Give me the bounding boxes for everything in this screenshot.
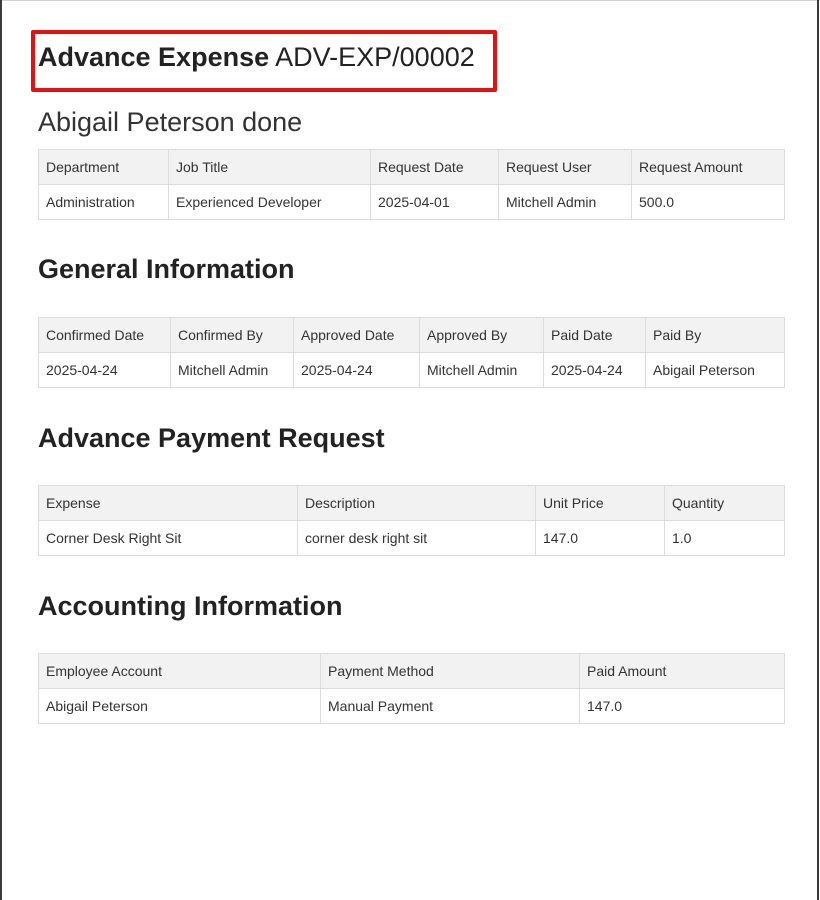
- cell-department: Administration: [38, 184, 169, 220]
- column-header-unit-price: Unit Price: [535, 485, 665, 521]
- column-header-expense: Expense: [38, 485, 298, 521]
- page-left-edge: [0, 0, 2, 900]
- cell-payment-method: Manual Payment: [320, 688, 580, 724]
- cell-confirmed-date: 2025-04-24: [38, 352, 171, 388]
- cell-approved-date: 2025-04-24: [293, 352, 420, 388]
- document-title: Advance Expense ADV-EXP/00002: [38, 39, 475, 75]
- table-header-row: Confirmed Date Confirmed By Approved Dat…: [38, 317, 785, 353]
- column-header-approved-by: Approved By: [419, 317, 544, 353]
- cell-request-user: Mitchell Admin: [498, 184, 632, 220]
- column-header-confirmed-by: Confirmed By: [170, 317, 294, 353]
- request-table: Department Job Title Request Date Reques…: [38, 149, 785, 220]
- column-header-payment-method: Payment Method: [320, 653, 580, 689]
- document-title-label: Advance Expense: [38, 42, 270, 72]
- cell-paid-amount: 147.0: [579, 688, 785, 724]
- cell-paid-by: Abigail Peterson: [645, 352, 785, 388]
- document-reference: ADV-EXP/00002: [275, 42, 475, 72]
- column-header-quantity: Quantity: [664, 485, 785, 521]
- column-header-request-user: Request User: [498, 149, 632, 185]
- column-header-paid-date: Paid Date: [543, 317, 646, 353]
- payment-request-table: Expense Description Unit Price Quantity …: [38, 485, 785, 556]
- table-header-row: Department Job Title Request Date Reques…: [38, 149, 785, 185]
- column-header-paid-by: Paid By: [645, 317, 785, 353]
- section-heading-accounting: Accounting Information: [38, 591, 343, 621]
- cell-description: corner desk right sit: [297, 520, 536, 556]
- employee-status-line: Abigail Peterson done: [38, 107, 303, 137]
- section-heading-payment-request: Advance Payment Request: [38, 423, 385, 453]
- column-header-paid-amount: Paid Amount: [579, 653, 785, 689]
- accounting-information-table: Employee Account Payment Method Paid Amo…: [38, 653, 785, 724]
- general-information-table: Confirmed Date Confirmed By Approved Dat…: [38, 317, 785, 388]
- table-row: 2025-04-24 Mitchell Admin 2025-04-24 Mit…: [38, 352, 785, 388]
- column-header-request-amount: Request Amount: [631, 149, 785, 185]
- cell-confirmed-by: Mitchell Admin: [170, 352, 294, 388]
- cell-quantity: 1.0: [664, 520, 785, 556]
- table-header-row: Employee Account Payment Method Paid Amo…: [38, 653, 785, 689]
- column-header-request-date: Request Date: [370, 149, 499, 185]
- cell-expense: Corner Desk Right Sit: [38, 520, 298, 556]
- table-row: Corner Desk Right Sit corner desk right …: [38, 520, 785, 556]
- table-row: Abigail Peterson Manual Payment 147.0: [38, 688, 785, 724]
- page-right-edge: [817, 0, 819, 900]
- cell-unit-price: 147.0: [535, 520, 665, 556]
- table-header-row: Expense Description Unit Price Quantity: [38, 485, 785, 521]
- column-header-description: Description: [297, 485, 536, 521]
- column-header-job-title: Job Title: [168, 149, 371, 185]
- column-header-employee-account: Employee Account: [38, 653, 321, 689]
- cell-employee-account: Abigail Peterson: [38, 688, 321, 724]
- section-heading-general: General Information: [38, 254, 295, 284]
- column-header-department: Department: [38, 149, 169, 185]
- cell-request-amount: 500.0: [631, 184, 785, 220]
- cell-request-date: 2025-04-01: [370, 184, 499, 220]
- column-header-confirmed-date: Confirmed Date: [38, 317, 171, 353]
- table-row: Administration Experienced Developer 202…: [38, 184, 785, 220]
- cell-approved-by: Mitchell Admin: [419, 352, 544, 388]
- column-header-approved-date: Approved Date: [293, 317, 420, 353]
- page-top-edge: [0, 0, 820, 1]
- cell-job-title: Experienced Developer: [168, 184, 371, 220]
- cell-paid-date: 2025-04-24: [543, 352, 646, 388]
